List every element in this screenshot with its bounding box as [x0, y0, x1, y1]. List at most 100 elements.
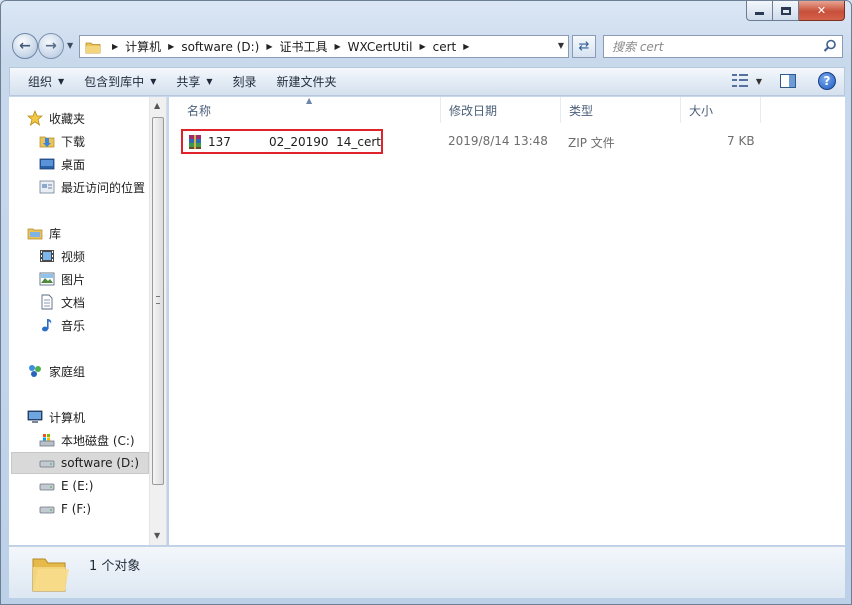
chevron-right-icon[interactable]: ▶ [266, 42, 272, 51]
back-arrow-icon: ← [19, 38, 31, 54]
organize-label: 组织 [28, 75, 53, 89]
desktop-icon [39, 158, 55, 170]
downloads-folder-icon [39, 136, 55, 148]
chevron-down-icon: ▼ [58, 77, 65, 86]
search-placeholder: 搜索 cert [612, 40, 664, 54]
sidebar-item-label: 收藏夹 [49, 111, 86, 126]
navigation-scrollbar[interactable]: ▲ ▼ [149, 97, 166, 545]
forward-button[interactable]: → [38, 33, 64, 59]
column-header-label: 名称 [187, 103, 212, 118]
computer-icon [27, 410, 43, 423]
sidebar-item-label: software (D:) [61, 456, 139, 470]
sidebar-item-label: 图片 [61, 272, 86, 287]
burn-label: 刻录 [232, 75, 257, 89]
scroll-down-icon[interactable]: ▼ [154, 531, 160, 540]
file-row[interactable]: 137 02_20190 14_cert 2019/8/14 13:48 ZIP… [181, 129, 841, 154]
star-icon [27, 110, 43, 126]
minimize-button[interactable] [746, 1, 773, 21]
homegroup-icon [29, 365, 41, 377]
preview-pane-icon[interactable] [780, 74, 796, 88]
sidebar-item-label: 库 [49, 226, 62, 241]
breadcrumb-cert-tools[interactable]: 证书工具 [279, 38, 327, 55]
minimize-icon [755, 12, 764, 15]
video-icon [40, 250, 54, 262]
recent-pages-dropdown[interactable]: ▼ [67, 41, 73, 50]
maximize-button[interactable] [773, 1, 799, 21]
column-header-size[interactable]: 大小 [681, 97, 761, 123]
chevron-right-icon[interactable]: ▶ [168, 42, 174, 51]
column-header-label: 大小 [689, 103, 714, 118]
close-icon: ✕ [816, 4, 827, 17]
chevron-right-icon[interactable]: ▶ [463, 42, 469, 51]
system-drive-icon [39, 434, 55, 447]
sidebar-item-label: E (E:) [61, 479, 94, 493]
close-button[interactable]: ✕ [799, 1, 845, 21]
scroll-up-icon[interactable]: ▲ [154, 101, 160, 110]
drive-icon [39, 483, 55, 491]
command-bar: 组织 ▼ 包含到库中 ▼ 共享 ▼ 刻录 新建文件夹 ▼ ? [9, 67, 845, 96]
organize-menu[interactable]: 组织 ▼ [18, 73, 74, 90]
drive-icon [39, 506, 55, 514]
column-header-name[interactable]: 名称 [179, 97, 441, 123]
column-header-modified[interactable]: 修改日期 [441, 97, 561, 123]
include-in-library-label: 包含到库中 [84, 75, 145, 89]
refresh-icon: ⇄ [578, 39, 590, 54]
folder-icon [85, 42, 101, 53]
chevron-right-icon[interactable]: ▶ [112, 42, 118, 51]
address-history-dropdown[interactable]: ▼ [558, 41, 564, 50]
chevron-right-icon[interactable]: ▶ [335, 42, 341, 51]
sidebar-item-label: 音乐 [61, 318, 86, 333]
pictures-icon [39, 272, 55, 286]
sidebar-item-label: 最近访问的位置 [61, 180, 146, 195]
sidebar-item-label: 桌面 [61, 157, 86, 172]
recent-places-icon [39, 180, 55, 194]
new-folder-label: 新建文件夹 [276, 75, 337, 89]
scrollbar-thumb[interactable] [152, 117, 164, 485]
caption-buttons: ✕ [746, 1, 845, 21]
sidebar-item-label: 本地磁盘 (C:) [61, 433, 135, 448]
file-modified: 2019/8/14 13:48 [448, 134, 548, 148]
music-note-icon [42, 319, 52, 332]
burn-button[interactable]: 刻录 [223, 73, 267, 90]
breadcrumb-computer[interactable]: 计算机 [125, 38, 161, 55]
explorer-window: ✕ ← → ▼ ▶ 计算机 ▶ software (D:) ▶ 证书工具 ▶ W… [0, 0, 852, 605]
breadcrumb-drive[interactable]: software (D:) [181, 40, 259, 54]
file-list: ▲ 名称 修改日期 类型 大小 137 02_20190 14_cert 201… [169, 96, 845, 545]
item-count: 1 个对象 [89, 559, 141, 574]
grip-icon [156, 296, 160, 304]
breadcrumb-wxcertutil[interactable]: WXCertUtil [348, 40, 413, 54]
sidebar-item-favorites[interactable]: 收藏夹 [27, 107, 169, 129]
navigation-pane: 收藏夹 下载 桌面 最近访问的位置 库 视频 图片 文档 音乐 家庭组 计算机 … [9, 97, 167, 545]
chevron-down-icon: ▼ [206, 77, 213, 86]
sidebar-item-libraries[interactable]: 库 [27, 222, 169, 244]
help-icon[interactable]: ? [818, 72, 836, 90]
forward-arrow-icon: → [45, 38, 57, 54]
new-folder-button[interactable]: 新建文件夹 [267, 73, 347, 90]
share-label: 共享 [176, 75, 201, 89]
sidebar-item-label: 视频 [61, 249, 86, 264]
refresh-button[interactable]: ⇄ [572, 35, 596, 58]
search-input[interactable]: 搜索 cert [603, 35, 843, 58]
details-pane: 1 个对象 [9, 546, 845, 598]
search-icon[interactable] [823, 39, 837, 53]
view-options-icon[interactable] [731, 74, 748, 88]
sidebar-item-computer[interactable]: 计算机 [27, 406, 169, 428]
share-menu[interactable]: 共享 ▼ [166, 73, 222, 90]
maximize-icon [780, 6, 791, 15]
address-bar[interactable]: ▶ 计算机 ▶ software (D:) ▶ 证书工具 ▶ WXCertUti… [79, 35, 569, 58]
sidebar-item-drive-d[interactable]: software (D:) [11, 452, 149, 474]
folder-icon [32, 558, 69, 592]
breadcrumb-cert[interactable]: cert [433, 40, 457, 54]
chevron-down-icon: ▼ [150, 77, 157, 86]
sidebar-item-label: 家庭组 [49, 364, 86, 379]
back-button[interactable]: ← [12, 33, 38, 59]
document-icon [41, 294, 53, 310]
chevron-right-icon[interactable]: ▶ [419, 42, 425, 51]
sidebar-item-homegroup[interactable]: 家庭组 [27, 360, 169, 382]
highlighted-file-name[interactable]: 137 02_20190 14_cert [181, 129, 383, 154]
include-in-library-menu[interactable]: 包含到库中 ▼ [74, 73, 166, 90]
navigation-row: ← → ▼ ▶ 计算机 ▶ software (D:) ▶ 证书工具 ▶ WXC… [1, 31, 851, 61]
column-header-type[interactable]: 类型 [561, 97, 681, 123]
chevron-down-icon[interactable]: ▼ [756, 77, 762, 86]
column-header-label: 类型 [569, 103, 594, 118]
